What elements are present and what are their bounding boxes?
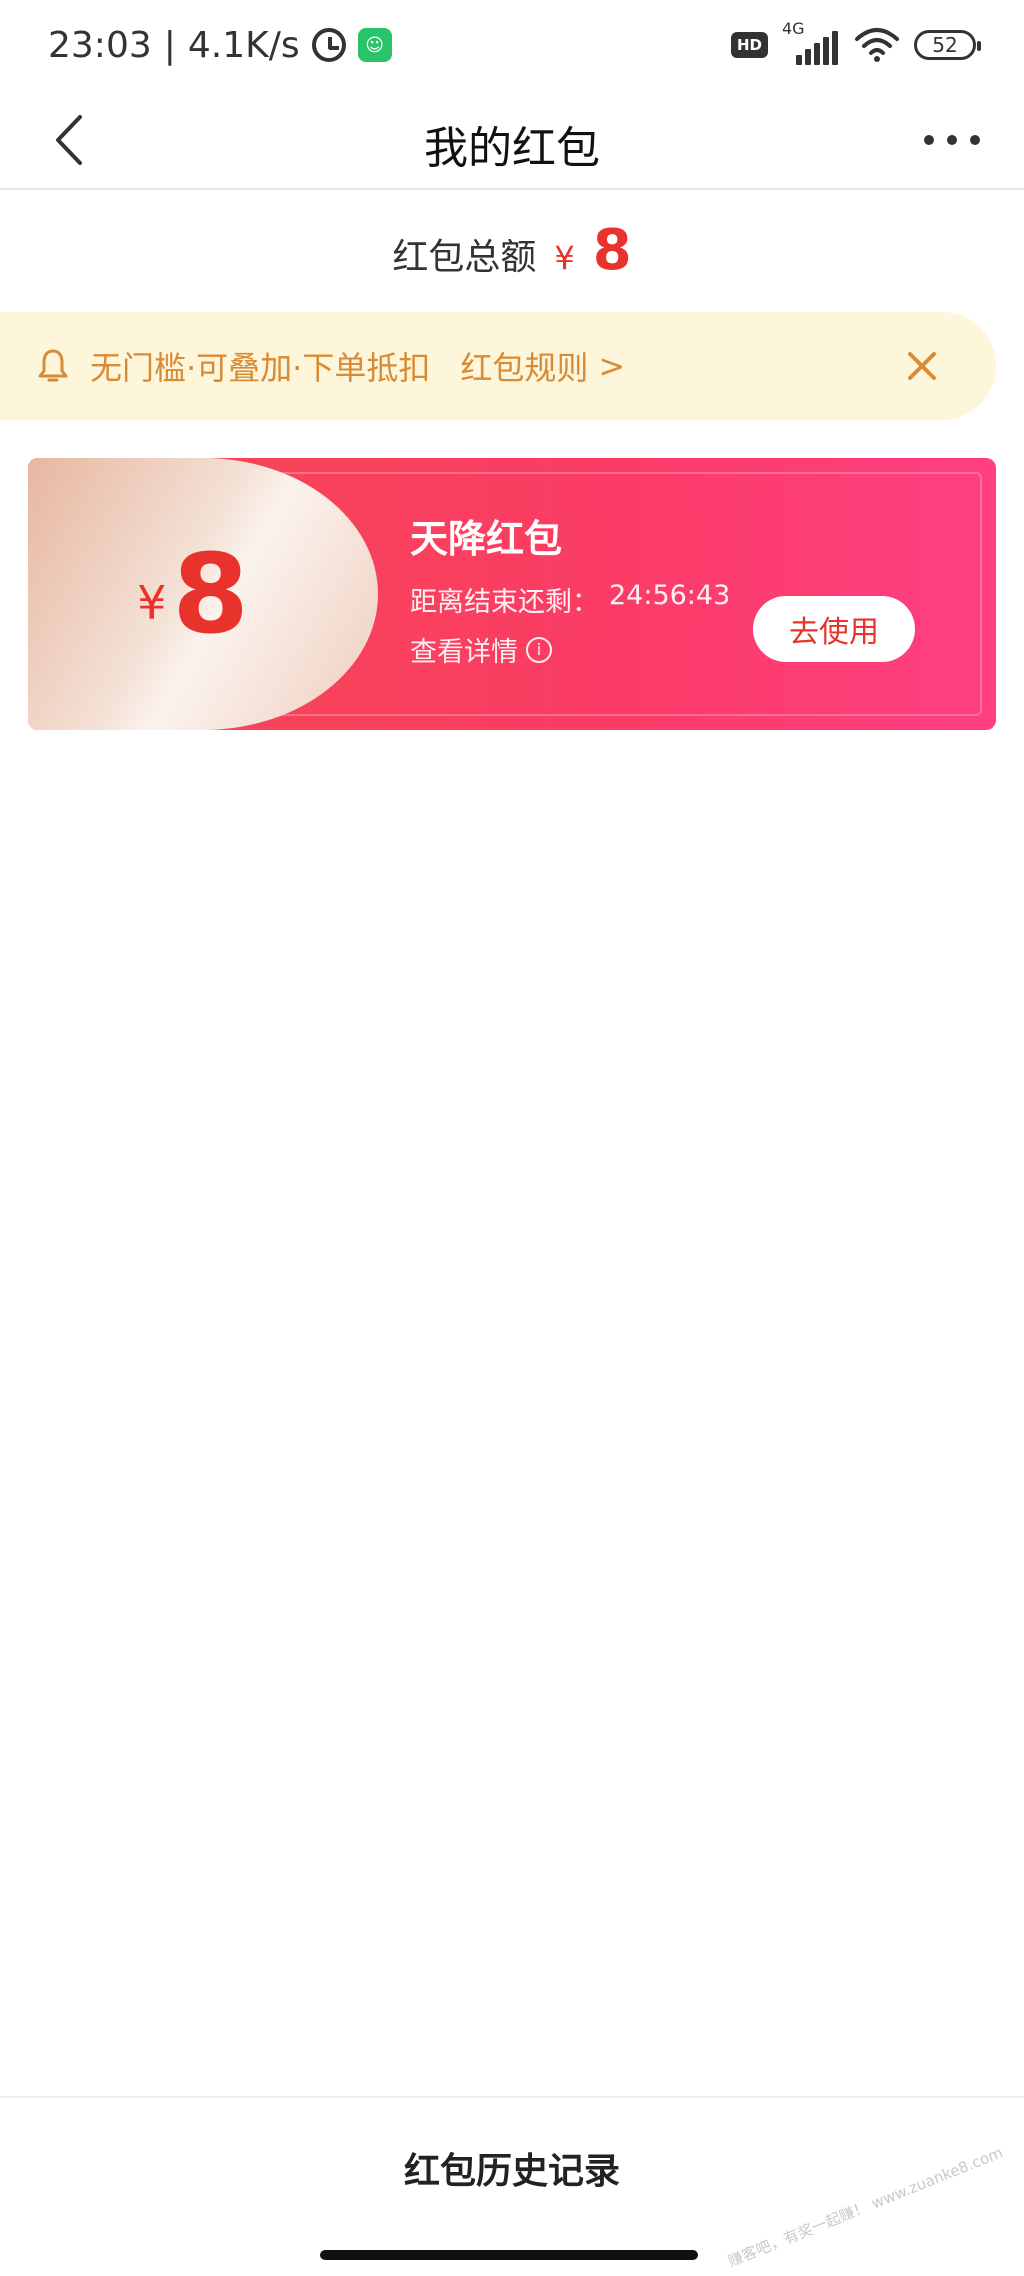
total-amount-row: 红包总额 ¥ 8: [0, 218, 1024, 288]
rules-link-arrow: >: [598, 347, 626, 385]
more-options-button[interactable]: [920, 112, 984, 168]
bottom-bar: 红包历史记录: [0, 2096, 1024, 2276]
history-link[interactable]: 红包历史记录: [0, 2142, 1024, 2194]
total-currency: ¥: [554, 239, 575, 277]
status-time: 23:03: [48, 24, 152, 66]
battery-icon: 52: [914, 30, 981, 60]
hd-badge: HD: [730, 32, 768, 58]
countdown-value: 24:56:43: [609, 580, 731, 611]
cellular-signal-icon: 4G: [782, 19, 840, 65]
home-indicator[interactable]: [320, 2250, 698, 2260]
notice-text: 无门槛·可叠加·下单抵扣: [90, 349, 431, 387]
alarm-icon: [311, 28, 346, 62]
view-details-link[interactable]: 查看详情 i: [410, 630, 552, 669]
rules-link[interactable]: 红包规则 >: [460, 343, 625, 389]
use-button[interactable]: 去使用: [753, 596, 915, 662]
wifi-icon: [855, 28, 899, 62]
red-packet-card: ¥ 8 天降红包 距离结束还剩： 24:56:43 查看详情 i 去使用: [28, 458, 996, 730]
page-title: 我的红包: [424, 123, 600, 174]
close-icon[interactable]: [904, 348, 940, 384]
countdown: 距离结束还剩： 24:56:43: [410, 580, 730, 619]
signal-bars: [796, 31, 838, 65]
dot-icon: [947, 135, 957, 145]
network-speed: 4.1K/s: [187, 24, 300, 66]
countdown-label: 距离结束还剩：: [410, 587, 599, 618]
status-bar: 23:03 | 4.1K/s ☺ HD 4G 52: [0, 0, 1024, 90]
dot-icon: [970, 135, 980, 145]
status-right: HD 4G 52: [730, 19, 981, 65]
info-icon: i: [526, 636, 552, 663]
rules-link-label: 红包规则: [460, 349, 589, 387]
dot-icon: [924, 135, 934, 145]
total-label: 红包总额: [392, 237, 537, 278]
status-separator: |: [163, 24, 176, 66]
card-amount: ¥ 8: [28, 458, 358, 730]
battery-level: 52: [932, 33, 958, 57]
card-title: 天降红包: [410, 517, 563, 561]
status-left: 23:03 | 4.1K/s ☺: [48, 25, 392, 66]
total-amount: 8: [592, 218, 632, 283]
bell-icon: [38, 349, 68, 382]
card-amount-value: 8: [172, 530, 249, 658]
view-details-label: 查看详情: [410, 637, 518, 668]
notice-banner: 无门槛·可叠加·下单抵扣 红包规则 >: [0, 312, 996, 420]
card-currency: ¥: [137, 576, 167, 630]
app-notification-icon: ☺: [357, 28, 392, 62]
nav-header: 我的红包: [0, 90, 1024, 190]
